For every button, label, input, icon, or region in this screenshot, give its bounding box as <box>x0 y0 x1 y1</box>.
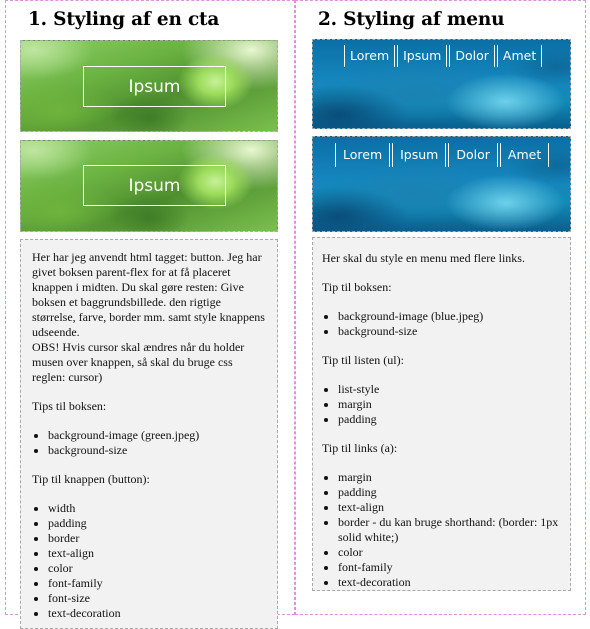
menu-link-dolor[interactable]: Dolor <box>449 45 495 67</box>
list-item: background-image (blue.jpeg) <box>338 309 560 324</box>
tips-links-list: margin padding text-align border - du ka… <box>322 470 560 590</box>
cta-intro-text: Her har jeg anvendt html tagget: button.… <box>32 250 265 339</box>
list-item: padding <box>338 412 560 427</box>
menu-list-1: Lorem Ipsum Dolor Amet <box>344 45 544 67</box>
tips-list-heading: Tip til listen (ul): <box>322 353 404 367</box>
menu-intro-text: Her skal du style en menu med flere link… <box>322 251 525 265</box>
menu-link-amet[interactable]: Amet <box>496 45 543 67</box>
list-item: text-align <box>338 500 560 515</box>
cta-column: 1. Styling af en cta Ipsum Ipsum Her har… <box>5 0 295 629</box>
list-item: border - du kan bruge shorthand: (border… <box>338 515 560 545</box>
green-cta-box-1: Ipsum <box>20 40 278 132</box>
tips-box-list: background-image (blue.jpeg) background-… <box>322 309 560 339</box>
menu-link-ipsum[interactable]: Ipsum <box>392 143 447 167</box>
list-item: background-image (green.jpeg) <box>48 428 267 443</box>
list-item: color <box>338 545 560 560</box>
tips-button-heading: Tip til knappen (button): <box>32 472 150 486</box>
list-item: padding <box>338 485 560 500</box>
menu-section-title: 2. Styling af menu <box>318 9 505 30</box>
list-item: padding <box>48 516 267 531</box>
menu-item: Lorem <box>344 45 396 67</box>
menu-item: Amet <box>499 143 550 167</box>
menu-link-ipsum[interactable]: Ipsum <box>397 45 448 67</box>
list-item: text-decoration <box>338 575 560 590</box>
list-item: color <box>48 561 267 576</box>
menu-item: Amet <box>496 45 543 67</box>
cta-obs-text: OBS! Hvis cursor skal ændres når du hold… <box>32 340 245 384</box>
menu-link-amet[interactable]: Amet <box>499 143 550 167</box>
menu-item: Dolor <box>449 45 495 67</box>
menu-instructions: Her skal du style en menu med flere link… <box>312 237 571 591</box>
cta-button-1[interactable]: Ipsum <box>83 66 226 107</box>
tips-list-list: list-style margin padding <box>322 382 560 427</box>
menu-item: Ipsum <box>392 143 447 167</box>
tips-button-list: width padding border text-align color fo… <box>32 501 267 621</box>
blue-menu-box-1: Lorem Ipsum Dolor Amet <box>312 39 571 129</box>
menu-item: Ipsum <box>397 45 448 67</box>
list-item: list-style <box>338 382 560 397</box>
list-item: margin <box>338 397 560 412</box>
list-item: font-size <box>48 591 267 606</box>
menu-link-lorem[interactable]: Lorem <box>344 45 396 67</box>
list-item: background-size <box>338 324 560 339</box>
menu-item: Dolor <box>448 143 498 167</box>
list-item: border <box>48 531 267 546</box>
tips-box-heading: Tips til boksen: <box>32 399 107 413</box>
menu-item: Lorem <box>335 143 391 167</box>
cta-instructions: Her har jeg anvendt html tagget: button.… <box>20 239 278 629</box>
list-item: background-size <box>48 443 267 458</box>
tips-box-list: background-image (green.jpeg) background… <box>32 428 267 458</box>
list-item: margin <box>338 470 560 485</box>
green-cta-box-2: Ipsum <box>20 140 278 232</box>
blue-menu-box-2: Lorem Ipsum Dolor Amet <box>312 136 571 232</box>
menu-column: 2. Styling af menu Lorem Ipsum Dolor Ame… <box>295 0 586 615</box>
list-item: font-family <box>338 560 560 575</box>
menu-list-2: Lorem Ipsum Dolor Amet <box>335 143 551 167</box>
list-item: text-decoration <box>48 606 267 621</box>
list-item: width <box>48 501 267 516</box>
cta-section-title: 1. Styling af en cta <box>28 9 220 30</box>
list-item: text-align <box>48 546 267 561</box>
tips-links-heading: Tip til links (a): <box>322 441 398 455</box>
cta-button-2[interactable]: Ipsum <box>83 165 226 206</box>
menu-link-lorem[interactable]: Lorem <box>335 143 391 167</box>
tips-box-heading: Tip til boksen: <box>322 280 392 294</box>
list-item: font-family <box>48 576 267 591</box>
menu-link-dolor[interactable]: Dolor <box>448 143 498 167</box>
